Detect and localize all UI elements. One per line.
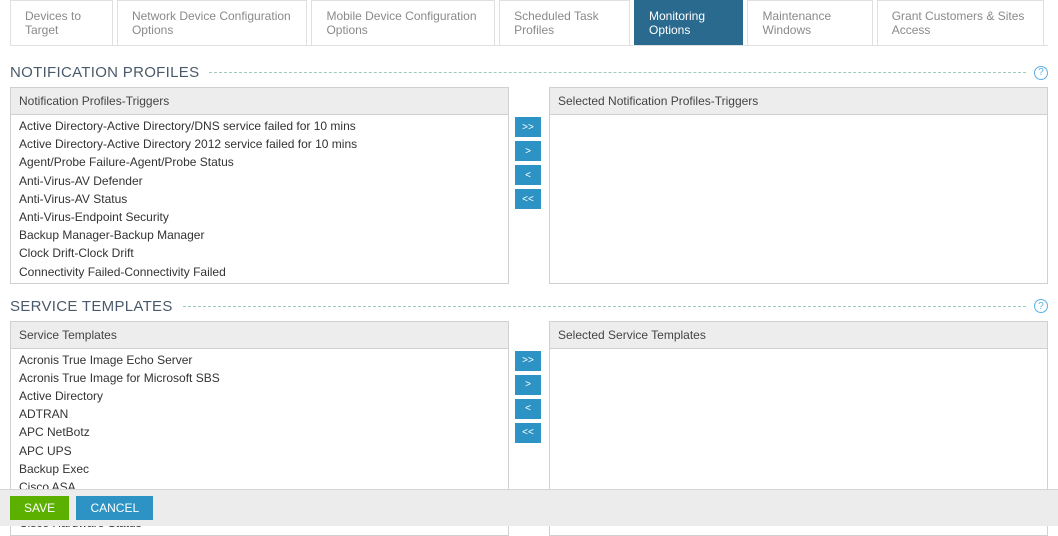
notification-selected-listbox: Selected Notification Profiles-Triggers [549,87,1048,284]
add-all-button[interactable]: >> [515,117,541,137]
section-rule [209,72,1026,73]
footer-bar: SAVE CANCEL [0,489,1058,526]
listbox-header: Notification Profiles-Triggers [11,88,508,115]
listbox-body[interactable] [550,115,1047,283]
listbox-body[interactable]: Active Directory-Active Directory/DNS se… [11,115,508,283]
tab-maintenance-windows[interactable]: Maintenance Windows [747,0,872,45]
tab-scheduled-task-profiles[interactable]: Scheduled Task Profiles [499,0,630,45]
list-item[interactable]: Active Directory-Active Directory/DNS se… [11,117,508,135]
tab-monitoring-options[interactable]: Monitoring Options [634,0,743,45]
list-item[interactable]: Connectivity Failed-Connectivity Failed [11,263,508,281]
save-button[interactable]: SAVE [10,496,69,520]
listbox-header: Selected Service Templates [550,322,1047,349]
list-item[interactable]: Anti-Virus-AV Status [11,190,508,208]
list-item[interactable]: Active Directory [11,387,508,405]
list-item[interactable]: Acronis True Image for Microsoft SBS [11,369,508,387]
tab-grant-customers-sites-access[interactable]: Grant Customers & Sites Access [877,0,1044,45]
list-item[interactable]: Clock Drift-Clock Drift [11,244,508,262]
list-item[interactable]: Agent/Probe Failure-Agent/Probe Status [11,153,508,171]
help-icon[interactable]: ? [1034,299,1048,313]
tab-bar: Devices to TargetNetwork Device Configur… [10,0,1048,46]
add-all-button[interactable]: >> [515,351,541,371]
section-title-service: SERVICE TEMPLATES [10,298,173,315]
tab-devices-to-target[interactable]: Devices to Target [10,0,113,45]
section-title-notification: NOTIFICATION PROFILES [10,64,199,81]
remove-button[interactable]: < [515,399,541,419]
list-item[interactable]: APC UPS [11,442,508,460]
cancel-button[interactable]: CANCEL [76,496,153,520]
add-button[interactable]: > [515,141,541,161]
notification-profiles-section: NOTIFICATION PROFILES ? Notification Pro… [10,64,1048,284]
remove-all-button[interactable]: << [515,423,541,443]
list-item[interactable]: Backup Manager-Backup Manager [11,226,508,244]
notification-available-listbox: Notification Profiles-Triggers Active Di… [10,87,509,284]
help-icon[interactable]: ? [1034,66,1048,80]
list-item[interactable]: Acronis True Image Echo Server [11,351,508,369]
list-item[interactable]: ADTRAN [11,405,508,423]
section-rule [183,306,1026,307]
add-button[interactable]: > [515,375,541,395]
remove-button[interactable]: < [515,165,541,185]
listbox-header: Selected Notification Profiles-Triggers [550,88,1047,115]
listbox-header: Service Templates [11,322,508,349]
list-item[interactable]: Backup Exec [11,460,508,478]
list-item[interactable]: APC NetBotz [11,423,508,441]
transfer-controls: >> > < << [515,87,543,284]
remove-all-button[interactable]: << [515,189,541,209]
tab-mobile-device-configuration-options[interactable]: Mobile Device Configuration Options [311,0,495,45]
list-item[interactable]: Anti-Virus-AV Defender [11,172,508,190]
list-item[interactable]: Active Directory-Active Directory 2012 s… [11,135,508,153]
tab-network-device-configuration-options[interactable]: Network Device Configuration Options [117,0,307,45]
list-item[interactable]: Anti-Virus-Endpoint Security [11,208,508,226]
